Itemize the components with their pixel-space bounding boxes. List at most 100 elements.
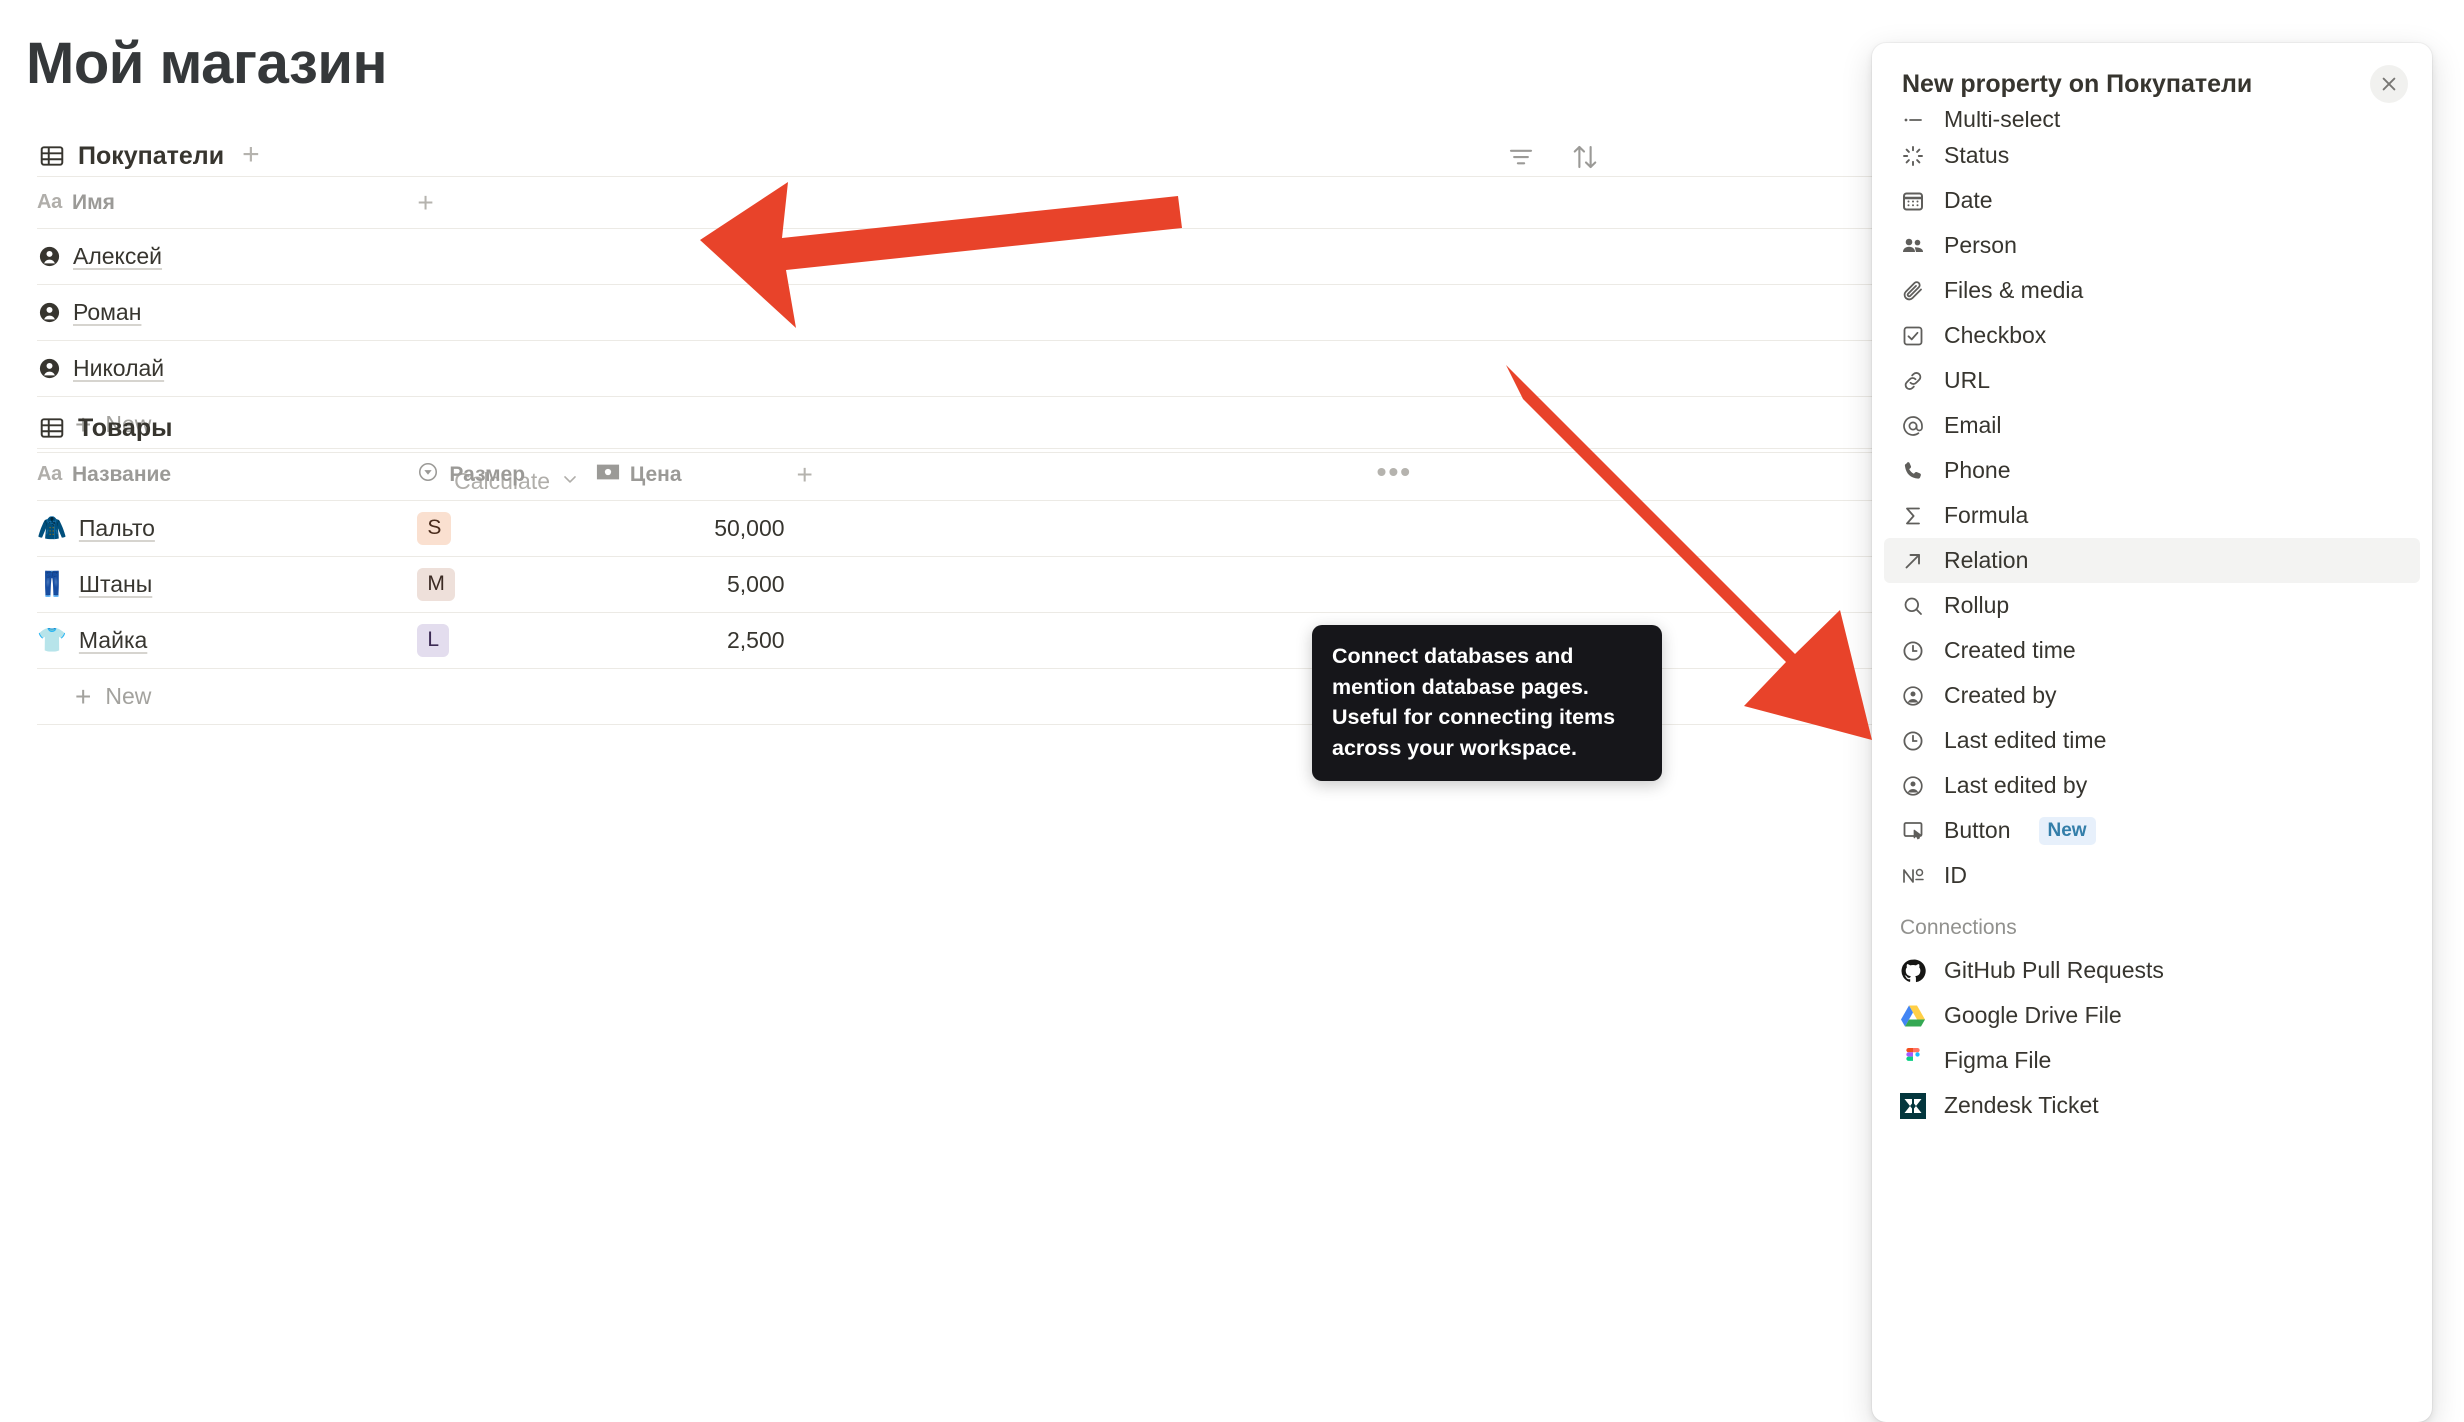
cell-price[interactable]: 50,000 <box>596 501 784 557</box>
cell-title[interactable]: 👖 Штаны <box>37 557 417 613</box>
multi-select-icon <box>1900 111 1926 133</box>
menu-item-multi-select[interactable]: Multi-select <box>1884 111 2420 133</box>
menu-item-url[interactable]: URL <box>1884 358 2420 403</box>
menu-item-label: Google Drive File <box>1944 1002 2122 1028</box>
person-icon <box>37 245 61 269</box>
user-circle-icon <box>1900 773 1926 799</box>
menu-item-created-time[interactable]: Created time <box>1884 628 2420 673</box>
cell-empty[interactable] <box>785 501 846 557</box>
menu-item-date[interactable]: Date <box>1884 178 2420 223</box>
cell-price[interactable]: 5,000 <box>596 557 785 613</box>
menu-item-created-by[interactable]: Created by <box>1884 673 2420 718</box>
menu-item-label: Last edited time <box>1944 727 2107 753</box>
menu-item-button[interactable]: Button New <box>1884 808 2420 853</box>
menu-item-relation[interactable]: Relation <box>1884 538 2420 583</box>
table-icon <box>38 414 66 442</box>
menu-item-label: Status <box>1944 142 2010 168</box>
menu-item-last-edited-by[interactable]: Last edited by <box>1884 763 2420 808</box>
property-type-list: Multi-select Status Date Person Files & … <box>1872 111 2432 1142</box>
cell-empty[interactable] <box>417 229 1202 285</box>
menu-item-email[interactable]: Email <box>1884 403 2420 448</box>
menu-item-label: Date <box>1944 187 1993 213</box>
database-title-customers[interactable]: Покупатели <box>78 142 224 171</box>
checkbox-icon <box>1900 323 1926 349</box>
table-row[interactable]: Алексей <box>37 229 1937 285</box>
menu-item-files-media[interactable]: Files & media <box>1884 268 2420 313</box>
row-title-link[interactable]: Роман <box>73 299 141 326</box>
menu-item-github-pull-requests[interactable]: GitHub Pull Requests <box>1884 948 2420 993</box>
add-database-view-button[interactable]: + <box>242 140 260 170</box>
tooltip-relation-description: Connect databases and mention database p… <box>1312 625 1662 782</box>
page-title: Мой магазин <box>26 31 388 96</box>
menu-item-formula[interactable]: Formula <box>1884 493 2420 538</box>
table-row[interactable]: Николай <box>37 341 1937 397</box>
table-header-row: Aa Название Размер Цена + ••• <box>37 448 1937 501</box>
user-circle-icon <box>1900 683 1926 709</box>
menu-item-phone[interactable]: Phone <box>1884 448 2420 493</box>
cell-name[interactable]: Роман <box>37 285 417 341</box>
row-title-link[interactable]: Майка <box>79 627 147 654</box>
menu-item-person[interactable]: Person <box>1884 223 2420 268</box>
panel-header: New property on Покупатели <box>1872 43 2432 111</box>
menu-item-checkbox[interactable]: Checkbox <box>1884 313 2420 358</box>
cell-name[interactable]: Николай <box>37 341 417 397</box>
connections-section-label: Connections <box>1900 916 2017 939</box>
menu-item-label: Files & media <box>1944 277 2084 303</box>
column-header-size[interactable]: Размер <box>417 449 595 501</box>
table-row[interactable]: Роман <box>37 285 1937 341</box>
menu-item-label: Created by <box>1944 682 2057 708</box>
table-row[interactable]: 👖 Штаны M 5,000 <box>37 557 1937 613</box>
menu-item-zendesk-ticket[interactable]: Zendesk Ticket <box>1884 1083 2420 1128</box>
menu-item-status[interactable]: Status <box>1884 133 2420 178</box>
tshirt-emoji-icon: 👕 <box>37 626 67 654</box>
menu-item-last-edited-time[interactable]: Last edited time <box>1884 718 2420 763</box>
tooltip-text: Connect databases and mention database p… <box>1332 644 1616 760</box>
column-header-name[interactable]: Aa Имя <box>37 177 417 229</box>
menu-item-id[interactable]: ID <box>1884 853 2420 898</box>
cell-size[interactable]: S <box>417 501 595 557</box>
cell-size[interactable]: M <box>417 557 595 613</box>
magnifier-icon <box>1900 593 1926 619</box>
row-title-link[interactable]: Пальто <box>79 515 155 542</box>
size-tag: M <box>417 568 455 601</box>
new-property-panel: New property on Покупатели Multi-select <box>1872 43 2432 1422</box>
zendesk-icon <box>1900 1092 1926 1119</box>
cell-size[interactable]: L <box>417 613 595 669</box>
calendar-icon <box>1900 188 1926 214</box>
row-title-link[interactable]: Алексей <box>73 243 162 270</box>
cell-title[interactable]: 👕 Майка <box>37 613 417 669</box>
database-title-products[interactable]: Товары <box>78 414 173 443</box>
close-icon[interactable] <box>2370 65 2408 103</box>
menu-item-label: GitHub Pull Requests <box>1944 957 2164 983</box>
cell-empty[interactable] <box>417 285 1202 341</box>
plus-icon: + <box>75 680 92 712</box>
table-row[interactable]: 🧥 Пальто S 50,000 <box>37 501 1937 557</box>
add-column-button[interactable]: + <box>785 449 846 501</box>
header-spacer <box>1203 177 1937 229</box>
cell-empty[interactable] <box>417 341 1202 397</box>
column-header-title[interactable]: Aa Название <box>37 449 417 501</box>
menu-item-label: Rollup <box>1944 592 2010 618</box>
add-column-button[interactable]: + <box>417 177 1202 229</box>
table-icon <box>38 142 66 170</box>
person-icon <box>37 357 61 381</box>
google-drive-icon <box>1900 1003 1926 1029</box>
more-options-button[interactable]: ••• <box>846 449 1937 501</box>
column-header-price[interactable]: Цена <box>596 449 785 501</box>
cell-empty[interactable] <box>785 613 846 669</box>
menu-item-label: Checkbox <box>1944 322 2047 348</box>
row-title-link[interactable]: Штаны <box>79 571 152 598</box>
menu-item-rollup[interactable]: Rollup <box>1884 583 2420 628</box>
size-tag: L <box>417 624 450 657</box>
menu-item-figma-file[interactable]: Figma File <box>1884 1038 2420 1083</box>
sort-icon[interactable] <box>1570 142 1600 177</box>
phone-icon <box>1900 458 1926 484</box>
cell-name[interactable]: Алексей <box>37 229 417 285</box>
filter-icon[interactable] <box>1506 142 1536 177</box>
cell-empty[interactable] <box>785 557 846 613</box>
cell-title[interactable]: 🧥 Пальто <box>37 501 417 557</box>
cell-price[interactable]: 2,500 <box>596 613 785 669</box>
menu-item-google-drive-file[interactable]: Google Drive File <box>1884 993 2420 1038</box>
row-title-link[interactable]: Николай <box>73 355 164 382</box>
column-label: Название <box>71 462 172 486</box>
